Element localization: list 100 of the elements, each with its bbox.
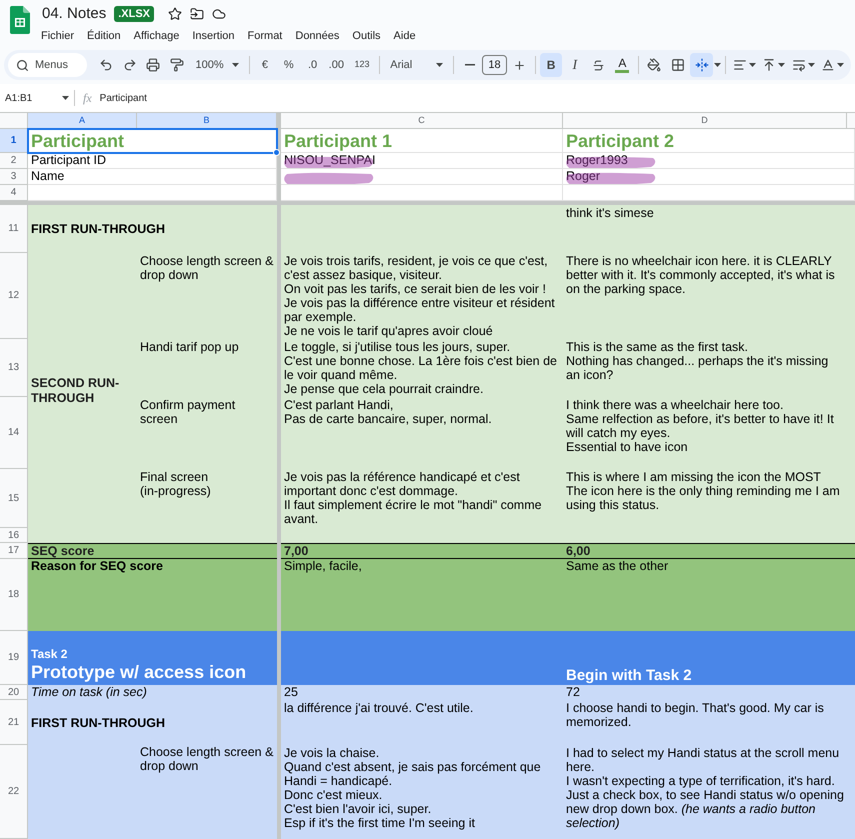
row-number[interactable]: 4 [0,185,28,201]
table-cell: Choose length screen & drop down [137,253,277,339]
row-number[interactable]: 15 [0,469,28,528]
percent-button[interactable]: % [277,53,300,77]
row-number[interactable]: 11 [0,205,28,253]
column-header[interactable]: D [563,113,855,129]
table-cell: SEQ score [28,543,277,559]
italic-button[interactable]: I [563,53,586,77]
table-cell: C'est parlant Handi, Pas de carte bancaire, super, normal. [281,397,563,469]
caret-icon [62,96,69,100]
zoom-dropdown[interactable]: 100% [189,53,245,77]
search-placeholder: Menus [35,58,68,73]
caret-icon [714,63,722,67]
star-icon[interactable] [168,7,182,21]
table-cell: Simple, facile, [281,559,563,631]
task-title: Prototype w/ access icon [31,662,248,682]
formula-field[interactable]: Participant [100,90,147,106]
table-cell: 72 [563,685,855,700]
currency-button[interactable]: € [254,53,276,77]
table-cell: 6,00 [563,543,855,559]
table-cell: Handi tarif pop up [137,339,277,397]
row-number[interactable]: 21 [0,700,28,745]
plus-icon [512,58,526,72]
selection-handle[interactable] [273,149,280,156]
paint-bucket-icon [647,58,662,72]
row-number[interactable]: 22 [0,745,28,839]
row-number[interactable]: 2 [0,153,28,169]
table-cell: Same as the other [563,559,855,631]
font-dropdown[interactable]: Arial [384,53,450,77]
undo-icon [98,58,113,72]
table-cell: Time on task (in sec) [28,685,277,700]
table-cell: think it's simese [563,205,855,253]
merge-button[interactable] [690,53,714,77]
table-cell: Participant 2 [563,129,855,153]
column-header[interactable]: B [137,113,277,129]
table-cell: Le toggle, si j'utilise tous les jours, super. C'est une bonne chose. La 1ère fois c'est bien de le voir quand même. Je pense que cela pourrait craindre. [281,339,563,397]
text-color-button[interactable]: A [611,53,634,77]
spreadsheet-logo[interactable] [10,6,30,34]
name-box[interactable]: A1:B1 [0,90,74,106]
caret-icon [837,63,844,67]
table-cell: I had to select my Handi status at the scroll menu here. I wasn't expecting a type of terrification, it's hard. Just a check box, to see Handi status w/o opening new drop down box. (he wants a radio button selection) [563,745,855,839]
table-cell: Reason for SEQ score [28,559,277,631]
caret-icon [748,63,756,67]
row-number[interactable]: 18 [0,559,28,631]
row-number[interactable]: 19 [0,631,28,685]
table-cell: Final screen (in-progress) [137,469,277,528]
table-cell: 7,00 [281,543,563,559]
menu-item[interactable]: Données [295,28,340,44]
menu-item[interactable]: Format [248,28,282,44]
column-header[interactable]: A [28,113,137,129]
table-cell: Participant 1 [281,129,563,153]
table-cell: Roger1993 [563,153,855,169]
text-rotate-icon [821,58,836,72]
row-number[interactable]: 20 [0,685,28,700]
function-label: fx [82,90,93,107]
redo-icon [122,58,137,72]
decimal-decrease-button[interactable]: .0 [301,53,324,77]
table-cell: SECOND RUN-THROUGH [28,253,137,528]
menu-item[interactable]: Insertion [192,28,235,44]
decimal-increase-button[interactable]: .00 [324,53,348,77]
row-number[interactable]: 13 [0,339,28,397]
row-number[interactable]: 14 [0,397,28,469]
table-cell: Participant ID [28,153,277,169]
strikethrough-icon [592,58,606,72]
table-cell: I choose handi to begin. That's good. My car is memorized. [563,700,855,745]
folder-icon[interactable] [190,7,204,21]
menu-item[interactable]: Outils [352,28,381,44]
row-number[interactable]: 16 [0,528,28,543]
table-cell: I think there was a wheelchair here too. Same relfection as before, it's better to have it! It will catch my eyes. Essential to have icon [563,397,855,469]
grid-icon [670,58,685,72]
document-title[interactable]: 04. Notes [42,2,106,26]
menu-item[interactable]: Aide [394,28,416,44]
table-cell: Choose length screen & drop down [137,745,277,839]
table-cell: FIRST RUN-THROUGH [28,205,277,253]
file-type-badge: .XLSX [114,6,154,22]
number-format-button[interactable]: 123 [348,53,376,77]
table-cell: FIRST RUN-THROUGH [28,700,277,745]
font-size-field[interactable]: 18 [482,55,507,75]
wrap-text-icon [792,58,806,72]
cloud-icon[interactable] [212,7,226,21]
table-cell: There is no wheelchair icon here. it is CLEARLY better with it. It's commonly accepted, it's what is on the parking space. [563,253,855,339]
bold-button[interactable]: B [540,53,562,77]
table-cell: Roger [563,169,855,185]
row-number[interactable]: 1 [0,129,28,153]
minus-icon [464,64,475,66]
menu-item[interactable]: Affichage [134,28,180,44]
paint-roller-icon [170,58,184,72]
row-number[interactable]: 17 [0,543,28,559]
caret-icon [778,63,786,67]
caret-icon [808,63,815,67]
row-number[interactable]: 12 [0,253,28,339]
menu-item[interactable]: Fichier [41,28,74,44]
table-cell: This is where I am missing the icon the MOST The icon here is the only thing reminding me I am using this status. [563,469,855,528]
column-header[interactable]: C [281,113,563,129]
row-number[interactable]: 3 [0,169,28,185]
align-left-icon [732,58,747,72]
search-field[interactable]: Menus [8,53,87,77]
table-cell: la différence j'ai trouvé. C'est utile. [281,700,563,745]
menu-item[interactable]: Édition [87,28,121,44]
merge-icon [694,58,709,72]
